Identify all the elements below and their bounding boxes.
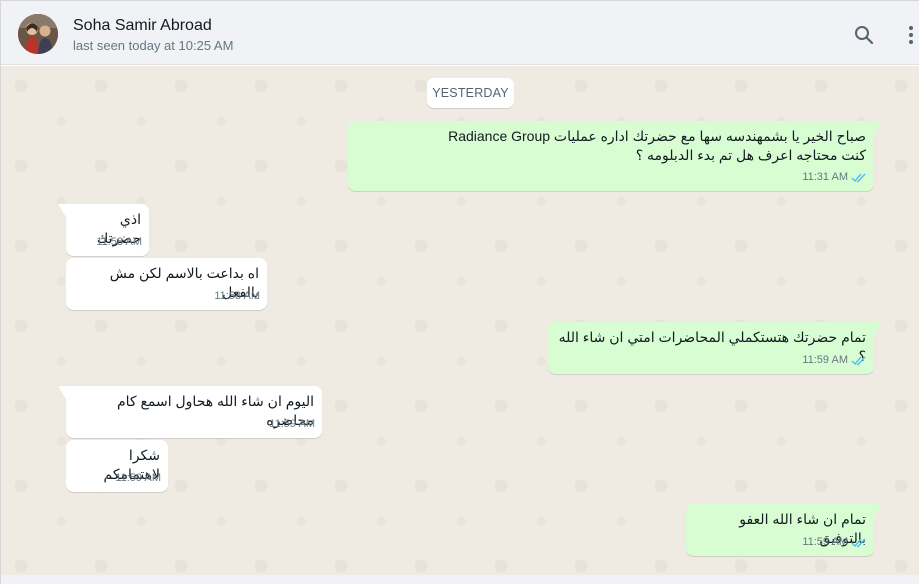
contact-name[interactable]: Soha Samir Abroad [73,17,212,35]
message-text: صباح الخير يا بشمهندسه سها مع حضرتك ادار… [448,128,866,163]
message-meta: 11:31 AM [802,168,867,187]
message-meta: 11:59 AM [802,351,867,370]
message-time: 11:59 AM [802,354,848,366]
composer-bar [1,575,919,584]
message-time: 11:59 AM [802,536,848,548]
message-meta: 11:59 AM [115,469,161,488]
message-list[interactable]: YESTERDAY صباح الخير يا بشمهندسه سها مع … [1,66,919,575]
message-meta: 11:58 AM [214,287,260,306]
message-meta: 11:59 AM [802,533,867,552]
date-divider: YESTERDAY [427,78,514,108]
message-incoming[interactable]: اليوم ان شاء الله هحاول اسمع كام محاضره … [58,386,322,438]
message-time: 11:31 AM [802,171,848,183]
contact-last-seen: last seen today at 10:25 AM [73,38,234,53]
message-time: 11:59 AM [269,418,315,430]
message-meta: 11:58 AM [96,233,142,252]
chat-header[interactable]: Soha Samir Abroad last seen today at 10:… [1,1,919,65]
message-incoming[interactable]: اه بداعت بالاسم لكن مش بالفعل 11:58 AM [66,258,267,310]
message-meta: 11:59 AM [269,415,315,434]
avatar-photo [18,14,58,54]
message-time: 11:59 AM [115,472,161,484]
message-incoming[interactable]: شكرا لاهتمامكم 11:59 AM [66,440,168,492]
search-icon[interactable] [852,23,876,47]
double-check-icon [851,356,866,366]
avatar[interactable] [18,14,58,54]
menu-vertical-icon[interactable] [901,23,919,47]
message-time: 11:58 AM [96,236,142,248]
double-check-icon [851,538,866,548]
message-time: 11:58 AM [214,290,260,302]
message-outgoing[interactable]: تمام حضرتك هتستكملي المحاضرات امتي ان شا… [548,322,882,374]
message-outgoing[interactable]: تمام ان شاء الله العفو بالتوفيق 11:59 AM [686,504,882,556]
message-outgoing[interactable]: صباح الخير يا بشمهندسه سها مع حضرتك ادار… [348,121,882,191]
double-check-icon [851,173,866,183]
message-incoming[interactable]: اذي حضرتك 11:58 AM [58,204,149,256]
